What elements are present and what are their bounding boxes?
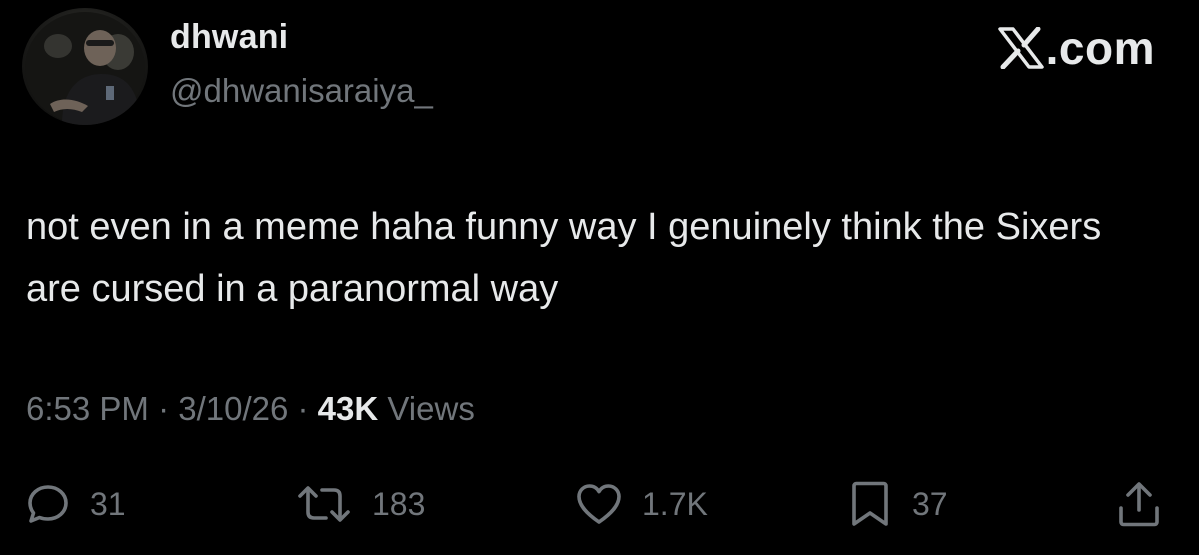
reply-button[interactable]: 31: [26, 474, 126, 534]
like-count: 1.7K: [642, 485, 708, 522]
tweet-date[interactable]: 3/10/26: [178, 390, 288, 427]
views-label: Views: [387, 390, 475, 427]
author-handle[interactable]: @dhwanisaraiya_: [170, 72, 433, 110]
x-logo-icon: [997, 27, 1044, 69]
avatar[interactable]: [22, 8, 148, 125]
profile-photo: [25, 12, 145, 125]
share-button[interactable]: [1115, 474, 1163, 534]
reply-icon: [28, 485, 68, 523]
author-display-name[interactable]: dhwani: [170, 18, 288, 57]
tweet-text: not even in a meme haha funny way I genu…: [26, 206, 1102, 310]
brand-domain: .com: [1045, 22, 1155, 74]
views-count: 43K: [317, 390, 379, 427]
meta-separator: ·: [288, 390, 318, 427]
meta-separator: ·: [148, 390, 179, 427]
heart-icon: [577, 484, 621, 524]
tweet-time[interactable]: 6:53 PM: [26, 390, 149, 427]
bookmark-icon: [852, 481, 888, 526]
share-icon: [1119, 482, 1159, 527]
tweet-meta: 6:53 PM · 3/10/26 · 43K Views: [26, 390, 475, 428]
bookmark-count: 37: [912, 485, 948, 522]
action-bar: 31 183 1.7K 37: [0, 474, 1199, 534]
repost-button[interactable]: 183: [296, 474, 425, 534]
bookmark-button[interactable]: 37: [848, 474, 948, 534]
repost-icon: [298, 486, 350, 522]
repost-count: 183: [372, 485, 426, 522]
brand-logo: .com: [997, 22, 1155, 74]
reply-count: 31: [90, 485, 126, 522]
like-button[interactable]: 1.7K: [576, 474, 708, 534]
